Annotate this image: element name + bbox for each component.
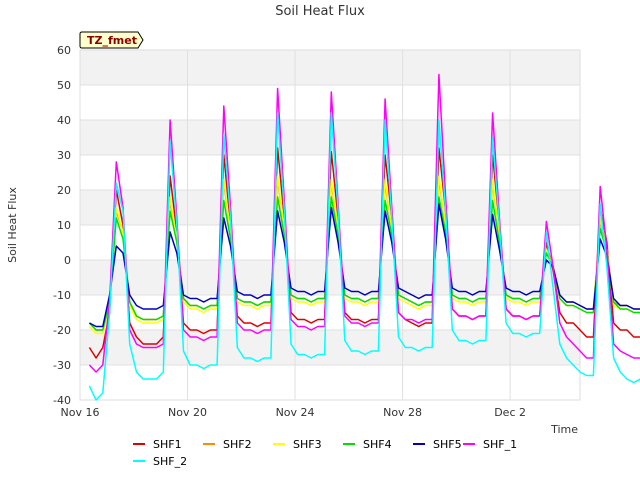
legend-label: SHF_2 [153, 455, 187, 468]
legend-item-shf1: SHF1 [133, 438, 182, 451]
x-tick-label: Nov 20 [168, 406, 207, 419]
legend-label: SHF5 [433, 438, 462, 451]
legend-item-shf4: SHF4 [343, 438, 392, 451]
y-tick-label: 50 [57, 79, 71, 92]
x-tick-label: Dec 2 [494, 406, 526, 419]
legend-label: SHF2 [223, 438, 252, 451]
y-tick-label: -30 [53, 359, 71, 372]
x-tick-label: Nov 16 [61, 406, 100, 419]
legend-label: SHF3 [293, 438, 322, 451]
chart-title: Soil Heat Flux [275, 4, 365, 19]
y-tick-label: -10 [53, 289, 71, 302]
legend-item-shf_2: SHF_2 [133, 455, 187, 468]
legend-item-shf5: SHF5 [413, 438, 462, 451]
tag-badge: TZ_fmet [79, 31, 144, 49]
y-tick-label: 30 [57, 149, 71, 162]
x-tick-label: Nov 24 [276, 406, 315, 419]
legend-item-shf_1: SHF_1 [463, 438, 517, 451]
y-tick-label: 40 [57, 114, 71, 127]
plot-band [80, 50, 580, 85]
y-tick-label: 60 [57, 44, 71, 57]
y-tick-label: 10 [57, 219, 71, 232]
x-tick-label: Nov 28 [383, 406, 422, 419]
y-tick-label: 0 [64, 254, 71, 267]
legend-label: SHF4 [363, 438, 392, 451]
plot-band [80, 365, 580, 400]
legend: SHF1 SHF2 SHF3 SHF4 SHF5 SHF_1 SHF_2 [133, 438, 517, 468]
tag-label: TZ_fmet [87, 34, 137, 47]
legend-label: SHF_1 [483, 438, 517, 451]
y-tick-label: -20 [53, 324, 71, 337]
y-axis-label: Soil Heat Flux [6, 187, 19, 263]
legend-item-shf2: SHF2 [203, 438, 252, 451]
x-tick-labels: Nov 16 Nov 20 Nov 24 Nov 28 Dec 2 [61, 406, 526, 419]
legend-label: SHF1 [153, 438, 182, 451]
legend-item-shf3: SHF3 [273, 438, 322, 451]
soil-heat-flux-chart: Soil Heat Flux -40-30-20-100102030405060… [6, 4, 640, 468]
y-tick-label: 20 [57, 184, 71, 197]
x-axis-label: Time [550, 423, 578, 436]
y-tick-labels: -40-30-20-100102030405060 [53, 44, 71, 407]
